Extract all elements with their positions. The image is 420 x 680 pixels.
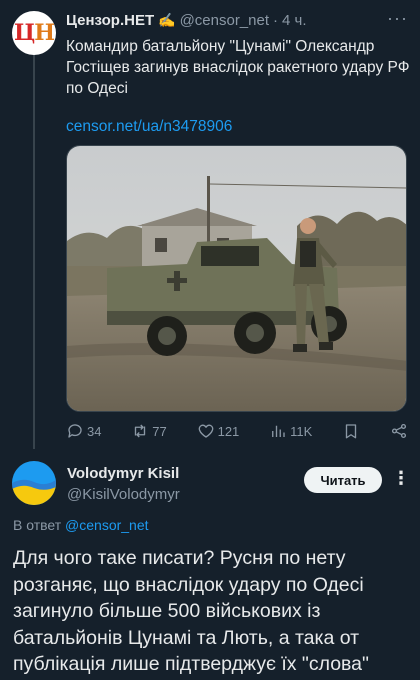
more-options-icon[interactable]: ⋮ xyxy=(392,468,410,489)
reply-icon xyxy=(68,424,82,438)
writing-hand-emoji: ✍️ xyxy=(158,12,176,28)
reply-button[interactable]: 34 xyxy=(66,422,101,440)
separator-dot: · xyxy=(273,12,279,29)
ukraine-flag-avatar xyxy=(12,461,56,505)
photo-soldier-truck xyxy=(67,146,406,411)
retweet-count: 77 xyxy=(152,423,167,439)
views-button[interactable]: 11K xyxy=(269,422,312,440)
reply-to-line: В ответ @censor_net xyxy=(13,517,149,533)
reply-author-handle[interactable]: @KisilVolodymyr xyxy=(67,486,180,503)
tweet-link[interactable]: censor.net/ua/n3478906 xyxy=(66,118,232,136)
tweet-photo[interactable] xyxy=(66,145,407,412)
tweet-actions: 34 77 121 11K xyxy=(66,420,408,442)
author-name[interactable]: Цензор.НЕТ xyxy=(66,12,154,29)
bookmark-button[interactable] xyxy=(342,422,360,440)
reply-count: 34 xyxy=(87,423,102,439)
share-button[interactable] xyxy=(390,422,408,440)
like-icon xyxy=(198,424,213,438)
tweet-text: Командир батальйону "Цунамі" Олександр Г… xyxy=(66,38,410,97)
views-count: 11K xyxy=(290,423,313,439)
retweet-icon xyxy=(135,424,146,438)
bookmark-icon xyxy=(345,424,357,439)
reply-text: Для чого таке писати? Русня по нету розг… xyxy=(13,547,369,675)
like-button[interactable]: 121 xyxy=(197,422,240,440)
like-count: 121 xyxy=(217,423,240,439)
reply-to-prefix: В ответ xyxy=(13,517,62,533)
reply-author-avatar[interactable] xyxy=(12,461,56,505)
reply-author-name[interactable]: Volodymyr Kisil xyxy=(67,465,179,482)
author-avatar[interactable]: ЦН xyxy=(12,11,56,55)
more-options-icon[interactable]: ··· xyxy=(387,8,408,29)
share-icon xyxy=(391,423,407,439)
reply-to-mention[interactable]: @censor_net xyxy=(65,517,148,533)
censor-logo: ЦН xyxy=(13,20,55,46)
author-handle[interactable]: @censor_net xyxy=(180,12,269,29)
tweet-time[interactable]: 4 ч. xyxy=(282,12,307,29)
tweet[interactable]: ЦН Цензор.НЕТ ✍️ @censor_net · 4 ч. ··· … xyxy=(0,0,420,450)
tweet-header: Цензор.НЕТ ✍️ @censor_net · 4 ч. xyxy=(66,12,307,29)
follow-button[interactable]: Читать xyxy=(304,467,382,493)
retweet-button[interactable]: 77 xyxy=(131,422,167,440)
views-icon xyxy=(272,425,285,437)
